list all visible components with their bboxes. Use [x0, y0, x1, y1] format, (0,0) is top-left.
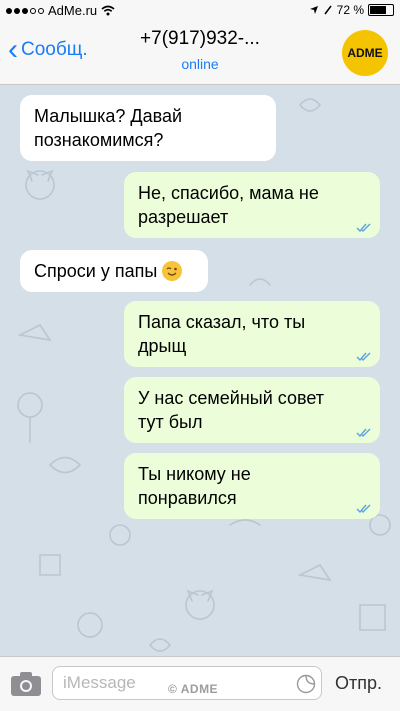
status-bar: AdMe.ru 72 % [0, 0, 400, 22]
chat-area[interactable]: Малышка? Давай познакомимся? Не, спасибо… [0, 85, 400, 656]
message-bubble-incoming[interactable]: Малышка? Давай познакомимся? [20, 95, 276, 161]
message-bubble-outgoing[interactable]: Не, спасибо, мама не разрешает [124, 172, 380, 238]
nav-bar: ‹ Сообщ. +7(917)932-... online ADME [0, 22, 400, 85]
alarm-icon [324, 5, 332, 15]
back-button[interactable]: ‹ Сообщ. [8, 33, 88, 66]
battery-percentage: 72 % [336, 3, 364, 17]
message-text: Не, спасибо, мама не разрешает [138, 183, 319, 227]
camera-icon[interactable] [10, 671, 42, 697]
status-right: 72 % [309, 3, 394, 17]
message-text: Папа сказал, что ты дрыщ [138, 312, 306, 356]
message-text: Спроси у папы [34, 261, 158, 281]
location-icon [309, 6, 318, 14]
message-bubble-incoming[interactable]: Спроси у папы [20, 250, 208, 292]
read-receipt-icon [356, 428, 371, 437]
read-receipt-icon [356, 504, 371, 513]
read-receipt-icon [356, 352, 371, 361]
message-text: Ты никому не понравился [138, 464, 251, 508]
read-receipt-icon [356, 223, 371, 232]
sticker-icon[interactable] [296, 674, 316, 694]
winking-face-icon [162, 261, 183, 281]
message-bubble-outgoing[interactable]: Папа сказал, что ты дрыщ [124, 301, 380, 367]
signal-strength-icon [6, 7, 44, 14]
chevron-left-icon: ‹ [8, 33, 18, 66]
battery-icon [368, 4, 394, 16]
message-bubble-outgoing[interactable]: У нас семейный совет тут был [124, 377, 380, 443]
contact-status: online [181, 56, 219, 72]
message-text: У нас семейный совет тут был [138, 388, 325, 432]
battery-fill [370, 6, 386, 14]
chat-background-pattern [17, 98, 391, 652]
send-button[interactable]: Отпр. [335, 673, 382, 694]
status-left: AdMe.ru [6, 3, 115, 18]
back-button-label: Сообщ. [21, 39, 88, 60]
message-text: Малышка? Давай познакомимся? [34, 106, 183, 150]
carrier-name: AdMe.ru [48, 3, 98, 18]
contact-name: +7(917)932-... [140, 28, 260, 49]
watermark: © ADME [168, 682, 219, 696]
avatar[interactable]: ADME [342, 30, 388, 76]
wifi-icon [101, 5, 115, 16]
message-bubble-outgoing[interactable]: Ты никому не понравился [124, 453, 380, 519]
